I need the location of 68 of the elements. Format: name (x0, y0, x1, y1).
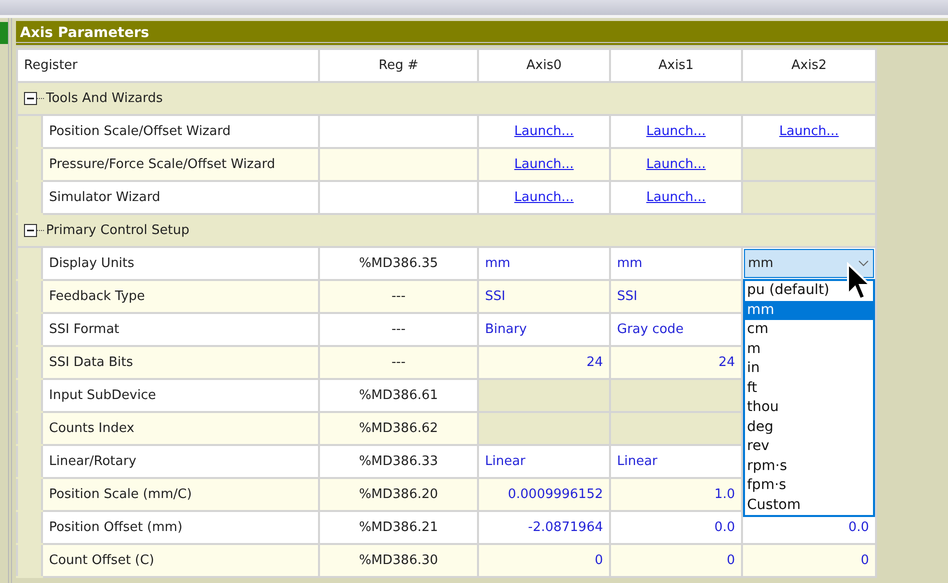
panel-marker (0, 22, 8, 44)
reg-cell: %MD386.21 (319, 511, 478, 544)
value-cell[interactable]: Binary (478, 313, 610, 346)
column-header: Axis0 (478, 49, 610, 82)
value-cell[interactable]: Linear (610, 445, 742, 478)
column-header: Axis1 (610, 49, 742, 82)
value-cell[interactable]: 1.0 (610, 478, 742, 511)
reg-cell: %MD386.62 (319, 412, 478, 445)
register-cell: Position Offset (mm) (42, 511, 319, 544)
launch-link[interactable]: Launch... (610, 148, 742, 181)
value-cell[interactable]: SSI (478, 280, 610, 313)
register-cell: Count Offset (C) (42, 544, 319, 577)
value-cell[interactable]: mm (478, 247, 610, 280)
launch-link[interactable]: Launch... (478, 115, 610, 148)
value-cell[interactable]: SSI (610, 280, 742, 313)
register-cell: SSI Data Bits (42, 346, 319, 379)
reg-cell: --- (319, 346, 478, 379)
register-cell: Input SubDevice (42, 379, 319, 412)
reg-cell: %MD386.33 (319, 445, 478, 478)
value-cell[interactable]: 0 (478, 544, 610, 577)
value-cell[interactable]: 0.0009996152 (478, 478, 610, 511)
register-cell: Position Scale/Offset Wizard (42, 115, 319, 148)
register-cell: Simulator Wizard (42, 181, 319, 214)
value-cell[interactable]: -2.0871964 (478, 511, 610, 544)
group-row[interactable]: Primary Control Setup (17, 214, 876, 247)
dropdown-option[interactable]: m (745, 340, 873, 359)
register-cell: Position Scale (mm/C) (42, 478, 319, 511)
reg-cell: --- (319, 280, 478, 313)
launch-link[interactable]: Launch... (610, 115, 742, 148)
register-cell: SSI Format (42, 313, 319, 346)
register-cell: Pressure/Force Scale/Offset Wizard (42, 148, 319, 181)
dropdown-option[interactable]: ft (745, 378, 873, 398)
launch-link[interactable]: Launch... (742, 115, 876, 148)
collapse-icon[interactable] (24, 224, 37, 237)
register-cell: Linear/Rotary (42, 445, 319, 478)
register-cell: Display Units (42, 247, 319, 280)
column-header: Reg # (319, 49, 478, 82)
dropdown-option[interactable]: fpm·s (745, 476, 873, 496)
group-row[interactable]: Tools And Wizards (17, 82, 876, 115)
dropdown-option[interactable]: thou (745, 398, 873, 418)
group-title: Tools And Wizards (46, 90, 163, 106)
units-dropdown[interactable]: mm (744, 249, 874, 278)
dropdown-option[interactable]: rev (745, 437, 873, 456)
reg-cell: --- (319, 313, 478, 346)
value-cell[interactable]: 0.0 (610, 511, 742, 544)
panel-title: Axis Parameters (16, 21, 948, 46)
value-cell[interactable]: 24 (478, 346, 610, 379)
value-cell[interactable]: Gray code (610, 313, 742, 346)
dropdown-option[interactable]: mm (745, 300, 873, 320)
chevron-icon[interactable] (858, 260, 869, 267)
value-cell[interactable]: 0 (742, 544, 876, 577)
reg-cell: %MD386.30 (319, 544, 478, 577)
value-cell[interactable]: mm (610, 247, 742, 280)
launch-link[interactable]: Launch... (610, 181, 742, 214)
launch-link[interactable]: Launch... (478, 148, 610, 181)
value-cell[interactable]: 24 (610, 346, 742, 379)
launch-link[interactable]: Launch... (478, 181, 610, 214)
column-header: Axis2 (742, 49, 876, 82)
column-header: Register (17, 49, 319, 82)
register-cell: Feedback Type (42, 280, 319, 313)
reg-cell: %MD386.35 (319, 247, 478, 280)
register-cell: Counts Index (42, 412, 319, 445)
value-cell[interactable]: Linear (478, 445, 610, 478)
reg-cell: %MD386.20 (319, 478, 478, 511)
group-title: Primary Control Setup (46, 222, 190, 238)
value-cell[interactable]: 0 (610, 544, 742, 577)
collapse-icon[interactable] (24, 92, 37, 105)
reg-cell: %MD386.61 (319, 379, 478, 412)
